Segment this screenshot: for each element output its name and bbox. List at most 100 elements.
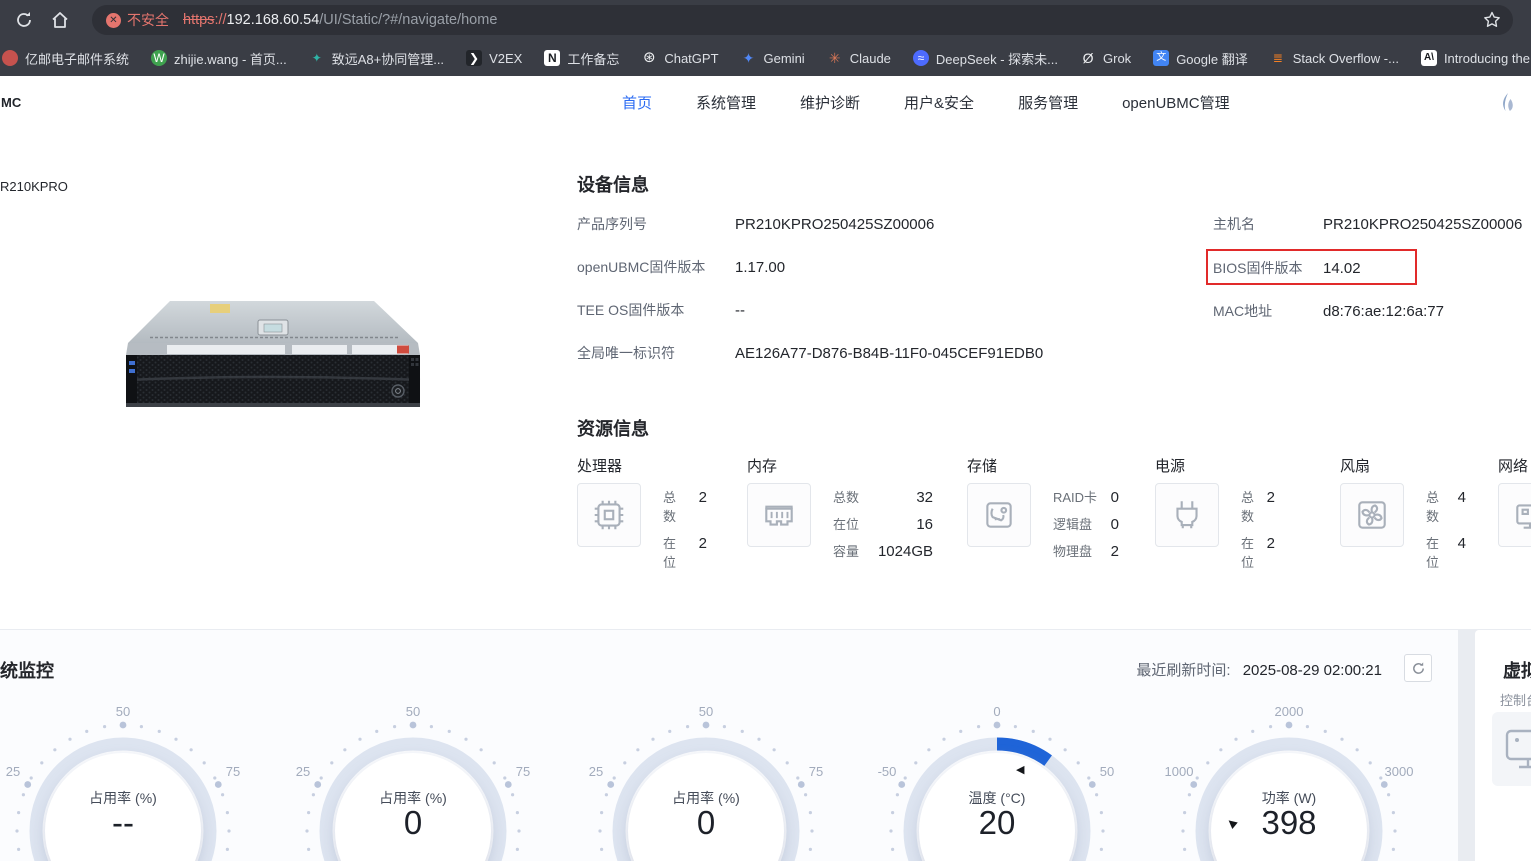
chatgpt-icon: ⊛ — [643, 49, 656, 66]
bookmark-star-icon[interactable] — [1483, 11, 1501, 34]
field-label: MAC地址 — [1213, 303, 1273, 319]
gauge-mem-usage: 50 25 75 占用率 (%) 0 — [283, 701, 543, 861]
device-info-title: 设备信息 — [577, 175, 649, 195]
server-model-label: R210KPRO — [0, 179, 68, 194]
nav-item-maintenance[interactable]: 维护诊断 — [800, 92, 860, 113]
bookmark-item[interactable]: A\Introducing the M... — [1410, 50, 1531, 66]
refresh-button[interactable] — [1404, 654, 1432, 682]
resource-info-title: 资源信息 — [577, 419, 649, 439]
bookmark-item[interactable]: ✦ 致远A8+协同管理... — [298, 49, 455, 68]
refresh-time-area: 最近刷新时间: 2025-08-29 02:00:21 — [1136, 659, 1382, 680]
main-content: R210KPRO 设备信息 产品序列号 PR210KPRO250425SZ000… — [0, 128, 1531, 629]
notion-icon: N — [544, 50, 561, 66]
gauge-pointer-icon: ◀ — [1016, 764, 1025, 776]
url-scheme: https — [183, 12, 215, 28]
storage-icon — [967, 483, 1031, 547]
claude-icon: ✳ — [828, 50, 841, 66]
bookmarks-bar: 亿邮电子邮件系统 Wzhijie.wang - 首页... ✦ 致远A8+协同管理… — [0, 40, 1531, 76]
fan-icon — [1340, 483, 1404, 547]
security-badge-label: 不安全 — [127, 12, 169, 28]
virtual-console-title: 虚拟控制台 — [1503, 661, 1531, 681]
mac-value: d8:76:ae:12:6a:77 — [1323, 303, 1444, 320]
gauge-value: 398 — [1261, 804, 1317, 841]
nav-menu: 首页 系统管理 维护诊断 用户&安全 服务管理 openUBMC管理 — [622, 76, 1230, 128]
field-label: 产品序列号 — [577, 216, 647, 232]
guid-value: AE126A77-D876-B84B-11F0-045CEF91EDB0 — [735, 345, 1044, 362]
refresh-time-value: 2025-08-29 02:00:21 — [1242, 662, 1382, 679]
virtual-console-desc: 控制台 — [1500, 693, 1531, 708]
power-icon — [1155, 483, 1219, 547]
nav-item-user-security[interactable]: 用户&安全 — [904, 92, 974, 113]
reload-icon[interactable] — [14, 10, 34, 30]
resource-card-fan[interactable]: 风扇 总数 4 在位 4 — [1340, 455, 1505, 570]
nav-item-openubmc[interactable]: openUBMC管理 — [1122, 92, 1230, 113]
gauge-power: 2000 1000 3000 功率 (W) 398 ◀ — [1159, 701, 1419, 861]
gauge-temperature: 0 -50 50 温度 (°C) 20 ◀ — [867, 701, 1127, 861]
brand-logo: MC — [1, 95, 22, 110]
virtual-console-launcher[interactable] — [1492, 712, 1531, 786]
nav-item-system[interactable]: 系统管理 — [696, 92, 756, 113]
url-bar[interactable]: ✕ 不安全 https://192.168.60.54/UI/Static/?#… — [92, 5, 1513, 35]
bookmark-item[interactable]: ✦ Gemini — [730, 50, 816, 66]
nav-item-service[interactable]: 服务管理 — [1018, 92, 1078, 113]
product-serial-value: PR210KPRO250425SZ00006 — [735, 216, 935, 233]
gauge-value: -- — [112, 804, 134, 841]
url-separator: :// — [214, 12, 227, 28]
bookmark-item[interactable]: ≈ DeepSeek - 探索未... — [902, 49, 1069, 68]
bookmark-item[interactable]: ≣ Stack Overflow -... — [1259, 50, 1410, 66]
gauge-usage-3: 50 25 75 占用率 (%) 0 — [576, 701, 836, 861]
gemini-icon: ✦ — [742, 50, 755, 66]
system-monitor-panel: 系统监控 最近刷新时间: 2025-08-29 02:00:21 50 25 7… — [0, 630, 1458, 861]
deepseek-icon: ≈ — [912, 50, 929, 66]
bookmark-item[interactable]: 亿邮电子邮件系统 — [0, 49, 140, 68]
seeyon-icon: ✦ — [311, 51, 322, 65]
stackoverflow-icon: ≣ — [1272, 51, 1283, 65]
app-navbar: MC 首页 系统管理 维护诊断 用户&安全 服务管理 openUBMC管理 — [0, 76, 1531, 129]
nav-item-home[interactable]: 首页 — [622, 92, 652, 113]
not-secure-icon: ✕ — [106, 12, 121, 28]
flame-logo-icon[interactable] — [1498, 92, 1518, 119]
resource-card-cpu[interactable]: 处理器 总数 2 在位 2 — [577, 455, 742, 570]
mail-icon — [2, 50, 18, 66]
resource-card-storage[interactable]: 存储 RAID卡 0 逻辑盘 0 物理盘 2 — [967, 455, 1132, 560]
field-label: 主机名 — [1213, 216, 1255, 232]
hostname-value: PR210KPRO250425SZ00006 — [1323, 216, 1523, 233]
field-label: TEE OS固件版本 — [577, 302, 685, 318]
v2ex-icon: ❯ — [466, 50, 483, 66]
bios-highlight-box — [1206, 249, 1417, 285]
cpu-icon — [577, 483, 641, 547]
security-badge[interactable]: ✕ 不安全 — [106, 10, 169, 30]
translate-icon: 文 — [1153, 50, 1170, 66]
virtual-console-panel: 虚拟控制台 控制台 — [1475, 630, 1531, 861]
resource-card-power[interactable]: 电源 总数 2 在位 2 — [1155, 455, 1320, 570]
refresh-time-label: 最近刷新时间: — [1136, 662, 1231, 679]
bookmark-item[interactable]: Wzhijie.wang - 首页... — [140, 49, 298, 68]
teeos-fw-value: -- — [735, 302, 745, 319]
openubmc-fw-value: 1.17.00 — [735, 259, 786, 276]
anthropic-icon: A\ — [1420, 50, 1437, 66]
url-path: /UI/Static/?#/navigate/home — [319, 12, 498, 28]
system-monitor-title: 系统监控 — [0, 661, 54, 681]
gauge-value: 20 — [978, 804, 1016, 841]
bookmark-item[interactable]: ❯ V2EX — [455, 50, 533, 66]
home-icon[interactable] — [50, 10, 70, 30]
bookmark-item[interactable]: ✳ Claude — [816, 50, 902, 66]
gauge-value: 0 — [696, 804, 716, 841]
field-label: 全局唯一标识符 — [577, 345, 675, 361]
browser-chrome: ✕ 不安全 https://192.168.60.54/UI/Static/?#… — [0, 0, 1531, 76]
grok-icon: Ø — [1082, 50, 1094, 66]
site-icon: W — [151, 50, 168, 66]
resource-card-network[interactable]: 网络 — [1498, 455, 1531, 547]
url-host: 192.168.60.54 — [226, 12, 320, 28]
gauge-value: 0 — [403, 804, 423, 841]
url-text: https://192.168.60.54/UI/Static/?#/navig… — [183, 12, 497, 28]
network-icon — [1498, 483, 1531, 547]
screen: ✕ 不安全 https://192.168.60.54/UI/Static/?#… — [0, 0, 1531, 861]
resource-card-memory[interactable]: 内存 总数 32 在位 16 容量 1024GB — [747, 455, 933, 560]
bookmark-item[interactable]: Ø Grok — [1069, 50, 1142, 66]
bookmark-item[interactable]: ⊛ ChatGPT — [630, 50, 729, 66]
server-image — [112, 291, 432, 416]
bookmark-item[interactable]: 文 Google 翻译 — [1142, 49, 1259, 68]
bookmark-item[interactable]: N 工作备忘 — [533, 49, 630, 68]
gauge-cpu-usage: 50 25 75 占用率 (%) -- — [0, 701, 253, 861]
